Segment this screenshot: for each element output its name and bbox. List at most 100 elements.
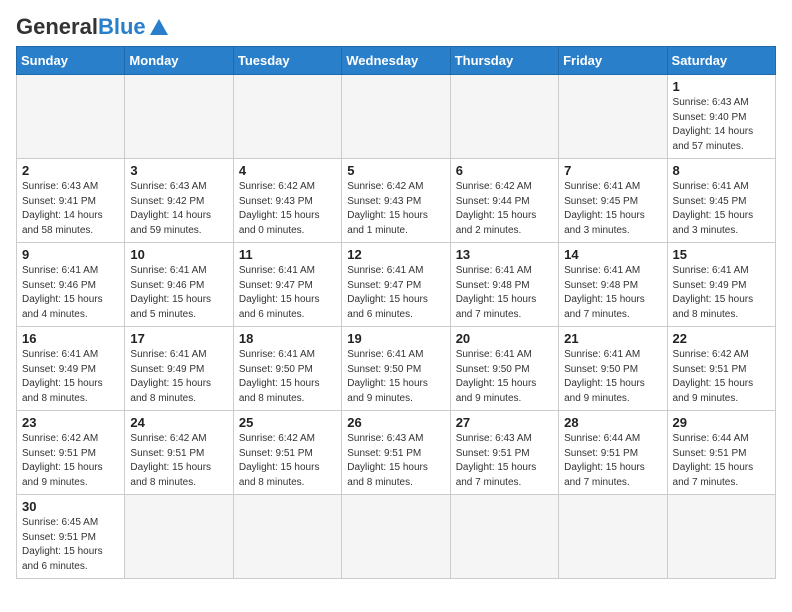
day-info: Sunrise: 6:41 AM Sunset: 9:45 PM Dayligh…: [673, 180, 770, 238]
calendar-cell: [450, 495, 558, 579]
calendar-cell: [342, 75, 450, 159]
calendar-cell: 14 Sunrise: 6:41 AM Sunset: 9:48 PM Dayli…: [559, 243, 667, 327]
day-number: 30: [22, 499, 119, 514]
day-number: 14: [564, 247, 661, 262]
logo-triangle-icon: [150, 18, 168, 36]
week-row-6: 30 Sunrise: 6:45 AM Sunset: 9:51 PM Dayli…: [17, 495, 776, 579]
calendar-table: SundayMondayTuesdayWednesdayThursdayFrid…: [16, 46, 776, 579]
day-info: Sunrise: 6:44 AM Sunset: 9:51 PM Dayligh…: [564, 432, 661, 490]
day-number: 19: [347, 331, 444, 346]
day-number: 25: [239, 415, 336, 430]
week-row-3: 9 Sunrise: 6:41 AM Sunset: 9:46 PM Daylig…: [17, 243, 776, 327]
calendar-cell: 21 Sunrise: 6:41 AM Sunset: 9:50 PM Dayli…: [559, 327, 667, 411]
weekday-header-row: SundayMondayTuesdayWednesdayThursdayFrid…: [17, 47, 776, 75]
header: GeneralBlue: [16, 16, 776, 38]
calendar-cell: [17, 75, 125, 159]
day-number: 9: [22, 247, 119, 262]
calendar-cell: [342, 495, 450, 579]
calendar-cell: [233, 75, 341, 159]
day-info: Sunrise: 6:43 AM Sunset: 9:51 PM Dayligh…: [456, 432, 553, 490]
day-info: Sunrise: 6:41 AM Sunset: 9:48 PM Dayligh…: [564, 264, 661, 322]
day-number: 6: [456, 163, 553, 178]
day-info: Sunrise: 6:43 AM Sunset: 9:51 PM Dayligh…: [347, 432, 444, 490]
day-info: Sunrise: 6:41 AM Sunset: 9:45 PM Dayligh…: [564, 180, 661, 238]
day-info: Sunrise: 6:42 AM Sunset: 9:51 PM Dayligh…: [130, 432, 227, 490]
calendar-cell: 20Sunrise: 6:41 AM Sunset: 9:50 PM Dayli…: [450, 327, 558, 411]
day-number: 11: [239, 247, 336, 262]
day-info: Sunrise: 6:41 AM Sunset: 9:46 PM Dayligh…: [22, 264, 119, 322]
calendar-cell: 30 Sunrise: 6:45 AM Sunset: 9:51 PM Dayli…: [17, 495, 125, 579]
day-number: 7: [564, 163, 661, 178]
calendar-cell: 5Sunrise: 6:42 AM Sunset: 9:43 PM Daylig…: [342, 159, 450, 243]
day-number: 17: [130, 331, 227, 346]
day-number: 4: [239, 163, 336, 178]
day-number: 26: [347, 415, 444, 430]
logo-general: General: [16, 14, 98, 39]
weekday-header-saturday: Saturday: [667, 47, 775, 75]
calendar-cell: 29 Sunrise: 6:44 AM Sunset: 9:51 PM Dayli…: [667, 411, 775, 495]
calendar-cell: 10Sunrise: 6:41 AM Sunset: 9:46 PM Dayli…: [125, 243, 233, 327]
weekday-header-friday: Friday: [559, 47, 667, 75]
weekday-header-tuesday: Tuesday: [233, 47, 341, 75]
calendar-cell: 15Sunrise: 6:41 AM Sunset: 9:49 PM Dayli…: [667, 243, 775, 327]
calendar-cell: [667, 495, 775, 579]
calendar-cell: 9 Sunrise: 6:41 AM Sunset: 9:46 PM Daylig…: [17, 243, 125, 327]
calendar-cell: 8 Sunrise: 6:41 AM Sunset: 9:45 PM Daylig…: [667, 159, 775, 243]
day-number: 8: [673, 163, 770, 178]
calendar-cell: [233, 495, 341, 579]
day-info: Sunrise: 6:41 AM Sunset: 9:50 PM Dayligh…: [347, 348, 444, 406]
calendar-cell: [559, 75, 667, 159]
calendar-cell: 4Sunrise: 6:42 AM Sunset: 9:43 PM Daylig…: [233, 159, 341, 243]
day-info: Sunrise: 6:42 AM Sunset: 9:51 PM Dayligh…: [239, 432, 336, 490]
week-row-5: 23 Sunrise: 6:42 AM Sunset: 9:51 PM Dayli…: [17, 411, 776, 495]
calendar-cell: 27Sunrise: 6:43 AM Sunset: 9:51 PM Dayli…: [450, 411, 558, 495]
day-info: Sunrise: 6:41 AM Sunset: 9:50 PM Dayligh…: [239, 348, 336, 406]
calendar-cell: 12 Sunrise: 6:41 AM Sunset: 9:47 PM Dayli…: [342, 243, 450, 327]
calendar-cell: 26 Sunrise: 6:43 AM Sunset: 9:51 PM Dayli…: [342, 411, 450, 495]
day-info: Sunrise: 6:42 AM Sunset: 9:44 PM Dayligh…: [456, 180, 553, 238]
day-info: Sunrise: 6:41 AM Sunset: 9:46 PM Dayligh…: [130, 264, 227, 322]
day-info: Sunrise: 6:41 AM Sunset: 9:47 PM Dayligh…: [239, 264, 336, 322]
weekday-header-monday: Monday: [125, 47, 233, 75]
day-info: Sunrise: 6:41 AM Sunset: 9:47 PM Dayligh…: [347, 264, 444, 322]
day-info: Sunrise: 6:41 AM Sunset: 9:49 PM Dayligh…: [22, 348, 119, 406]
calendar-cell: 19 Sunrise: 6:41 AM Sunset: 9:50 PM Dayli…: [342, 327, 450, 411]
calendar-cell: [125, 495, 233, 579]
week-row-4: 16 Sunrise: 6:41 AM Sunset: 9:49 PM Dayli…: [17, 327, 776, 411]
day-info: Sunrise: 6:42 AM Sunset: 9:51 PM Dayligh…: [673, 348, 770, 406]
day-info: Sunrise: 6:43 AM Sunset: 9:40 PM Dayligh…: [673, 96, 770, 154]
calendar-cell: [125, 75, 233, 159]
day-info: Sunrise: 6:42 AM Sunset: 9:43 PM Dayligh…: [347, 180, 444, 238]
calendar-cell: 13Sunrise: 6:41 AM Sunset: 9:48 PM Dayli…: [450, 243, 558, 327]
calendar-cell: 1 Sunrise: 6:43 AM Sunset: 9:40 PM Daylig…: [667, 75, 775, 159]
page-container: GeneralBlue SundayMondayTuesdayWednesday…: [16, 16, 776, 579]
day-number: 18: [239, 331, 336, 346]
calendar-cell: 2Sunrise: 6:43 AM Sunset: 9:41 PM Daylig…: [17, 159, 125, 243]
day-info: Sunrise: 6:44 AM Sunset: 9:51 PM Dayligh…: [673, 432, 770, 490]
day-info: Sunrise: 6:45 AM Sunset: 9:51 PM Dayligh…: [22, 516, 119, 574]
calendar-cell: 11 Sunrise: 6:41 AM Sunset: 9:47 PM Dayli…: [233, 243, 341, 327]
calendar-cell: 23Sunrise: 6:42 AM Sunset: 9:51 PM Dayli…: [17, 411, 125, 495]
calendar-cell: 16 Sunrise: 6:41 AM Sunset: 9:49 PM Dayli…: [17, 327, 125, 411]
day-number: 23: [22, 415, 119, 430]
logo-blue: Blue: [98, 14, 146, 39]
week-row-2: 2Sunrise: 6:43 AM Sunset: 9:41 PM Daylig…: [17, 159, 776, 243]
day-number: 29: [673, 415, 770, 430]
calendar-cell: 17Sunrise: 6:41 AM Sunset: 9:49 PM Dayli…: [125, 327, 233, 411]
day-info: Sunrise: 6:41 AM Sunset: 9:48 PM Dayligh…: [456, 264, 553, 322]
day-number: 1: [673, 79, 770, 94]
logo-area: GeneralBlue: [16, 16, 168, 38]
day-number: 3: [130, 163, 227, 178]
logo-text: GeneralBlue: [16, 16, 146, 38]
calendar-cell: 25 Sunrise: 6:42 AM Sunset: 9:51 PM Dayli…: [233, 411, 341, 495]
week-row-1: 1 Sunrise: 6:43 AM Sunset: 9:40 PM Daylig…: [17, 75, 776, 159]
weekday-header-sunday: Sunday: [17, 47, 125, 75]
day-number: 22: [673, 331, 770, 346]
calendar-cell: 18 Sunrise: 6:41 AM Sunset: 9:50 PM Dayli…: [233, 327, 341, 411]
day-number: 12: [347, 247, 444, 262]
day-info: Sunrise: 6:41 AM Sunset: 9:50 PM Dayligh…: [564, 348, 661, 406]
day-info: Sunrise: 6:43 AM Sunset: 9:42 PM Dayligh…: [130, 180, 227, 238]
day-number: 16: [22, 331, 119, 346]
day-number: 21: [564, 331, 661, 346]
day-number: 24: [130, 415, 227, 430]
